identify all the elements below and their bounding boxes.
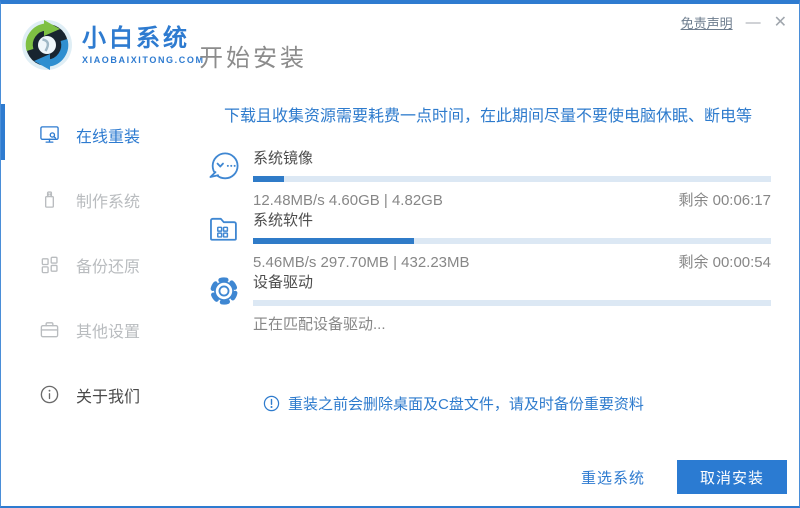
task-stats: 12.48MB/s 4.60GB | 4.82GB [253,192,443,209]
usb-drive-icon [45,191,54,208]
sidebar-item-label: 关于我们 [76,388,141,406]
task-row-device-driver: 设备驱动 正在匹配设备驱动... [205,273,771,335]
progress-fill [253,176,285,182]
brand-logo: 小白系统 XIAOBAIXITONG.COM [21,19,205,71]
progress-bar [253,300,771,306]
sidebar-item-label: 制作系统 [76,193,141,211]
titlebar: 免责声明 — ✕ [681,13,787,32]
monitor-icon [40,126,59,143]
sidebar-item-about-us[interactable]: 关于我们 [1,362,191,427]
cancel-install-button[interactable]: 取消安装 [677,460,787,494]
minimize-icon[interactable]: — [746,15,761,30]
brand-domain: XIAOBAIXITONG.COM [82,54,205,65]
logo-icon [22,20,72,70]
brand-name: 小白系统 [82,24,190,52]
reselect-system-button[interactable]: 重选系统 [575,466,651,489]
header: 小白系统 XIAOBAIXITONG.COM 开始安装 [1,4,799,92]
active-indicator [1,104,5,160]
progress-bar [253,176,771,182]
task-remaining: 剩余 00:00:54 [678,254,771,271]
close-icon[interactable]: ✕ [774,15,787,31]
install-progress-panel: 下载且收集资源需要耗费一点时间，在此期间尽量不要使电脑休眠、断电等 系统镜像 1… [191,92,799,446]
progress-fill [253,238,414,244]
toolbox-icon [40,322,59,338]
task-title: 系统镜像 [253,150,314,167]
sidebar-item-label: 在线重装 [76,128,141,146]
brand-text: 小白系统 XIAOBAIXITONG.COM [82,24,205,65]
sidebar: 在线重装 制作系统 备份还原 其他设置 关于我们 [1,92,191,506]
sidebar-item-make-system[interactable]: 制作系统 [1,167,191,232]
sidebar-item-label: 其他设置 [76,323,141,341]
progress-bar [253,238,771,244]
sidebar-item-label: 备份还原 [76,258,141,276]
page-title: 开始安装 [199,45,307,72]
task-row-system-image: 系统镜像 12.48MB/s 4.60GB | 4.82GB 剩余 00:06:… [205,149,771,211]
sidebar-item-backup-restore[interactable]: 备份还原 [1,232,191,297]
backup-note-text: 重装之前会删除桌面及C盘文件，请及时备份重要资料 [288,396,644,413]
footer-actions: 重选系统 取消安装 [575,460,787,494]
task-status: 正在匹配设备驱动... [253,316,386,333]
backup-grid-icon [41,256,58,274]
folder-software-icon [210,217,237,241]
task-row-system-software: 系统软件 5.46MB/s 297.70MB | 432.23MB 剩余 00:… [205,211,771,273]
sidebar-item-online-reinstall[interactable]: 在线重装 [1,102,191,167]
mascot-chat-icon [209,152,239,180]
backup-note: 重装之前会删除桌面及C盘文件，请及时备份重要资料 [263,393,771,414]
task-stats: 5.46MB/s 297.70MB | 432.23MB [253,254,470,271]
sidebar-item-other-settings[interactable]: 其他设置 [1,297,191,362]
alert-circle-icon [263,395,280,412]
task-title: 设备驱动 [253,274,314,291]
task-title: 系统软件 [253,212,314,229]
warning-text: 下载且收集资源需要耗费一点时间，在此期间尽量不要使电脑休眠、断电等 [223,108,752,125]
app-window: 免责声明 — ✕ 小白系统 XIAOBAIXITONG.COM 开始安装 在线重… [0,0,800,508]
info-icon [40,385,59,404]
task-list: 系统镜像 12.48MB/s 4.60GB | 4.82GB 剩余 00:06:… [205,149,771,335]
disclaimer-link[interactable]: 免责声明 [681,13,733,32]
task-remaining: 剩余 00:06:17 [678,192,771,209]
gear-icon [210,277,238,305]
